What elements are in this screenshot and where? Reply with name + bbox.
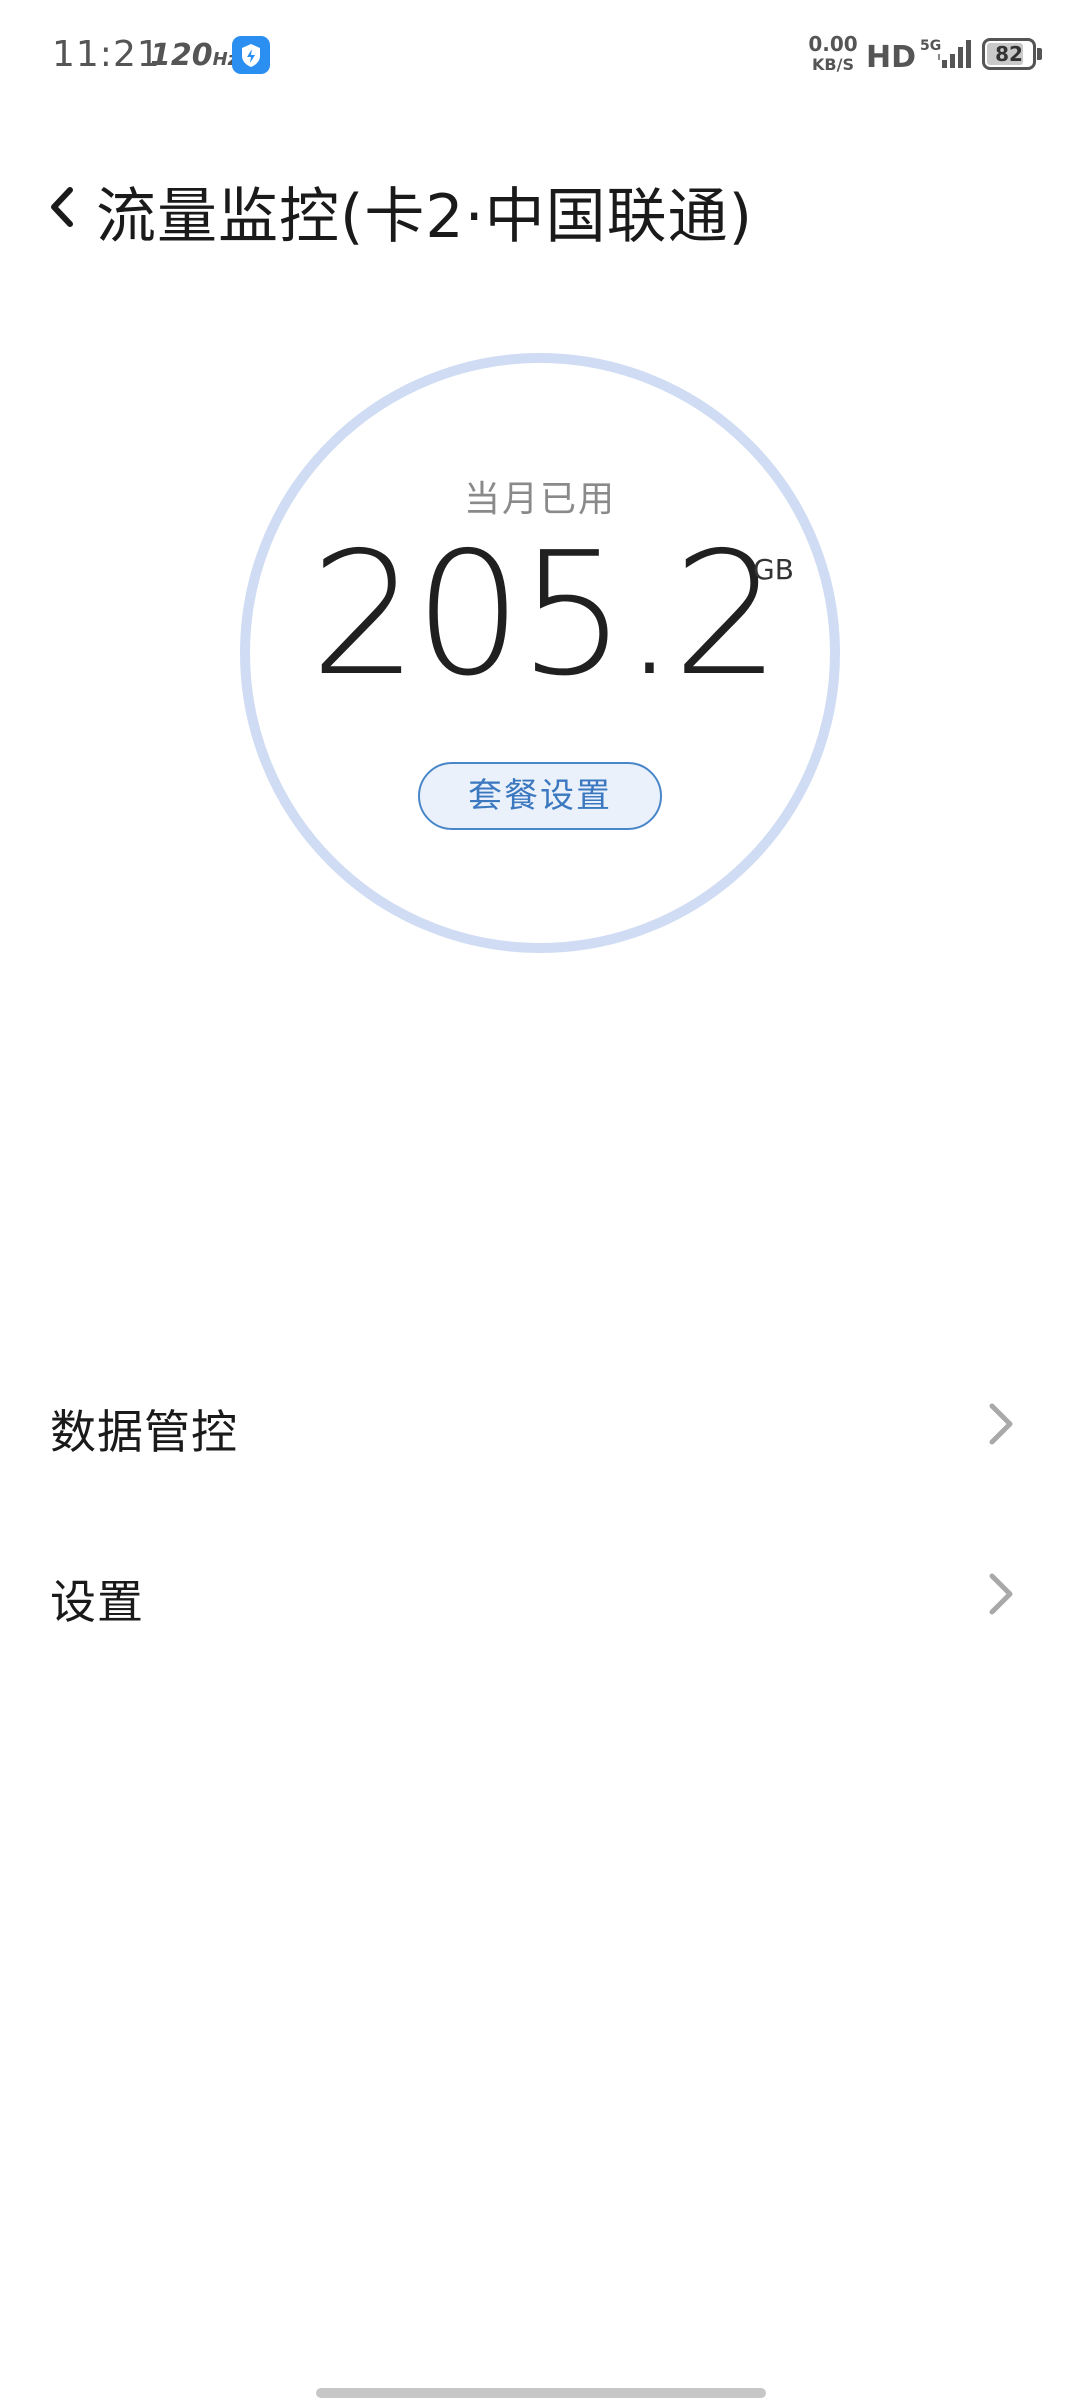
hd-indicator: HD (866, 40, 917, 75)
home-indicator[interactable] (316, 2388, 766, 2398)
usage-label: 当月已用 (463, 479, 616, 520)
menu-item-label: 设置 (50, 1575, 144, 1629)
signal-strength-icon (938, 38, 978, 74)
network-speed: 0.00 KB/S (806, 34, 860, 73)
status-time: 11:21 (52, 34, 161, 75)
refresh-rate-value: 120 (150, 38, 213, 73)
network-speed-unit: KB/S (812, 55, 854, 74)
security-app-icon (232, 36, 270, 74)
chevron-right-icon (989, 1403, 1013, 1445)
battery-percentage: 82 (995, 42, 1023, 66)
status-bar: 11:21 120Hz 0.00 KB/S HD 5G 82 (0, 0, 1080, 110)
menu-item-settings[interactable]: 设置 (0, 1522, 1080, 1662)
battery-tip (1037, 48, 1042, 60)
refresh-rate-indicator: 120Hz (150, 38, 238, 73)
menu-item-label: 数据管控 (50, 1405, 238, 1459)
usage-value: 205.2 (310, 516, 781, 714)
battery-icon: 82 (982, 38, 1036, 70)
network-speed-value: 0.00 (808, 32, 858, 56)
menu-item-data-control[interactable]: 数据管控 (0, 1352, 1080, 1492)
page-title: 流量监控(卡2·中国联通) (96, 182, 754, 252)
back-button[interactable] (36, 176, 92, 238)
usage-unit: GB (753, 553, 794, 586)
chevron-left-icon (51, 187, 73, 227)
plan-settings-button[interactable]: 套餐设置 (418, 762, 662, 830)
chevron-right-icon (989, 1573, 1013, 1615)
